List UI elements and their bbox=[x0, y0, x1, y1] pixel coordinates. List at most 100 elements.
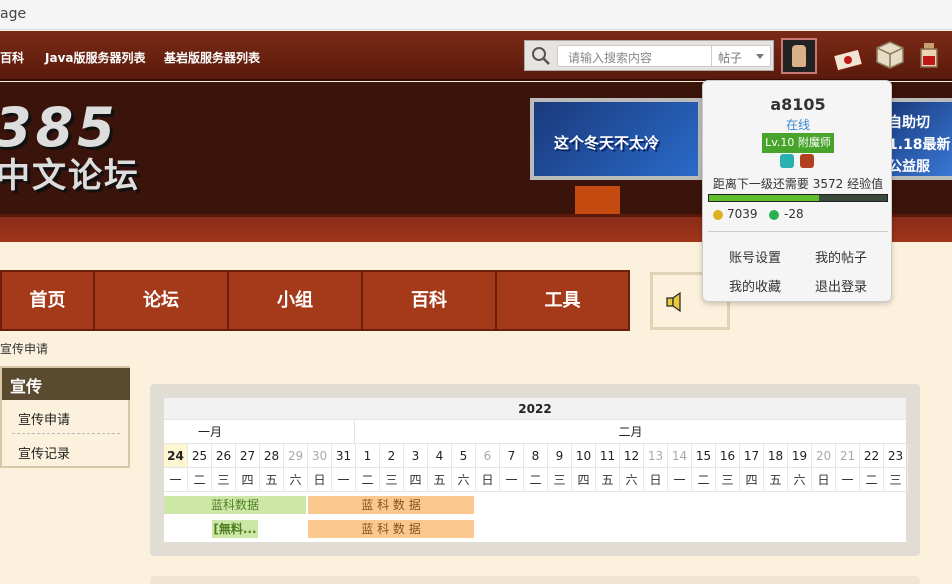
user-popup: a8105 在线 Lv.10 附魔师 距离下一级还需要 3572 经验值 703… bbox=[702, 80, 892, 302]
emerald-amount: -28 bbox=[784, 207, 804, 221]
calendar-day[interactable]: 15 bbox=[692, 444, 716, 468]
calendar-day[interactable]: 20 bbox=[812, 444, 836, 468]
calendar-day[interactable]: 3 bbox=[404, 444, 428, 468]
calendar-weekday: 五 bbox=[428, 468, 452, 492]
lava-decoration bbox=[575, 186, 620, 216]
browser-tab-bar: age bbox=[0, 0, 952, 30]
calendar-day[interactable]: 22 bbox=[860, 444, 884, 468]
sidebar-item-records[interactable]: 宣传记录 bbox=[18, 443, 70, 462]
calendar-weekday: 日 bbox=[476, 468, 500, 492]
calendar-day[interactable]: 11 bbox=[596, 444, 620, 468]
calendar-year: 2022 bbox=[164, 398, 906, 420]
calendar-day[interactable]: 2 bbox=[380, 444, 404, 468]
calendar-panel: 2022 一月 二月 蓝科数据 蓝 科 数 据 [無料... 蓝 科 数 据 2… bbox=[150, 384, 920, 556]
calendar-day[interactable]: 1 bbox=[356, 444, 380, 468]
calendar-day[interactable]: 26 bbox=[212, 444, 236, 468]
topnav-link-wiki[interactable]: 百科 bbox=[0, 49, 24, 66]
account-settings-link[interactable]: 账号设置 bbox=[729, 247, 781, 266]
calendar-weekday: 五 bbox=[764, 468, 788, 492]
topnav-link-bedrock-servers[interactable]: 基岩版服务器列表 bbox=[164, 49, 260, 66]
box-icon[interactable] bbox=[874, 39, 906, 71]
calendar-day[interactable]: 8 bbox=[524, 444, 548, 468]
calendar-day[interactable]: 7 bbox=[500, 444, 524, 468]
helmet-badge-icon bbox=[780, 154, 794, 168]
event-bar[interactable]: 蓝科数据 bbox=[164, 496, 306, 514]
calendar-day[interactable]: 31 bbox=[332, 444, 356, 468]
sidebar: 宣传 宣传申请 宣传记录 bbox=[0, 366, 130, 468]
event-bar[interactable]: 蓝 科 数 据 bbox=[308, 496, 474, 514]
breadcrumb[interactable]: 宣传申请 bbox=[0, 340, 48, 357]
nav-group[interactable]: 小组 bbox=[229, 272, 363, 329]
banner-ad-winter[interactable]: 这个冬天不太冷 bbox=[530, 98, 702, 180]
topnav-link-java-servers[interactable]: Java版服务器列表 bbox=[45, 49, 145, 66]
nav-home[interactable]: 首页 bbox=[2, 272, 95, 329]
calendar-day[interactable]: 17 bbox=[740, 444, 764, 468]
calendar-weekday: 二 bbox=[188, 468, 212, 492]
calendar-day[interactable]: 6 bbox=[476, 444, 500, 468]
search-type-select[interactable]: 帖子 bbox=[711, 45, 771, 67]
nav-wiki[interactable]: 百科 bbox=[363, 272, 497, 329]
event-bar[interactable]: [無料... bbox=[212, 520, 258, 538]
calendar-weekday: 日 bbox=[644, 468, 668, 492]
calendar-weekday: 四 bbox=[740, 468, 764, 492]
calendar-day[interactable]: 14 bbox=[668, 444, 692, 468]
site-logo-subtitle: 中文论坛 bbox=[0, 156, 140, 196]
calendar-day[interactable]: 18 bbox=[764, 444, 788, 468]
helmet-badge-icon bbox=[800, 154, 814, 168]
calendar-day[interactable]: 21 bbox=[836, 444, 860, 468]
browser-tab-title[interactable]: age bbox=[0, 6, 26, 22]
calendar-weekday: 五 bbox=[596, 468, 620, 492]
calendar-day[interactable]: 25 bbox=[188, 444, 212, 468]
calendar-day[interactable]: 27 bbox=[236, 444, 260, 468]
calendar-day[interactable]: 12 bbox=[620, 444, 644, 468]
calendar-day[interactable]: 13 bbox=[644, 444, 668, 468]
calendar-weekday: 三 bbox=[716, 468, 740, 492]
logout-link[interactable]: 退出登录 bbox=[815, 276, 867, 295]
calendar-weekday: 三 bbox=[884, 468, 908, 492]
popup-username[interactable]: a8105 bbox=[703, 95, 893, 114]
speaker-icon bbox=[666, 291, 681, 313]
calendar-weekday: 四 bbox=[236, 468, 260, 492]
user-avatar[interactable] bbox=[781, 38, 817, 74]
calendar-weekday: 六 bbox=[284, 468, 308, 492]
calendar-month-feb: 二月 bbox=[355, 420, 906, 444]
search-input[interactable]: 请输入搜索内容 bbox=[557, 45, 735, 67]
calendar-weekday: 一 bbox=[332, 468, 356, 492]
gold-amount: 7039 bbox=[727, 207, 758, 221]
calendar-weekday: 五 bbox=[260, 468, 284, 492]
calendar-weekday: 一 bbox=[668, 468, 692, 492]
exp-progress-fill bbox=[709, 195, 820, 201]
calendar-day[interactable]: 24 bbox=[164, 444, 188, 468]
calendar-weekday: 四 bbox=[572, 468, 596, 492]
calendar-day[interactable]: 29 bbox=[284, 444, 308, 468]
calendar-weekday: 日 bbox=[812, 468, 836, 492]
calendar-day[interactable]: 19 bbox=[788, 444, 812, 468]
calendar-weekday: 一 bbox=[500, 468, 524, 492]
calendar-day[interactable]: 23 bbox=[884, 444, 908, 468]
nav-tools[interactable]: 工具 bbox=[497, 272, 628, 329]
mail-icon[interactable] bbox=[832, 43, 864, 75]
calendar-day[interactable]: 30 bbox=[308, 444, 332, 468]
search-icon[interactable] bbox=[531, 46, 551, 66]
calendar-weekday: 一 bbox=[164, 468, 188, 492]
nav-forum[interactable]: 论坛 bbox=[95, 272, 229, 329]
event-bar[interactable]: 蓝 科 数 据 bbox=[308, 520, 474, 538]
sidebar-item-apply[interactable]: 宣传申请 bbox=[18, 409, 70, 428]
avatar-head bbox=[792, 45, 806, 67]
my-favorites-link[interactable]: 我的收藏 bbox=[729, 276, 781, 295]
main-nav: 首页 论坛 小组 百科 工具 bbox=[0, 270, 630, 331]
calendar-day[interactable]: 16 bbox=[716, 444, 740, 468]
chevron-down-icon bbox=[756, 54, 764, 59]
calendar-day[interactable]: 28 bbox=[260, 444, 284, 468]
level-badge: Lv.10 附魔师 bbox=[762, 133, 834, 153]
gold-coin-icon bbox=[713, 210, 723, 220]
my-posts-link[interactable]: 我的帖子 bbox=[815, 247, 867, 266]
calendar-day[interactable]: 10 bbox=[572, 444, 596, 468]
calendar-day[interactable]: 5 bbox=[452, 444, 476, 468]
calendar-weekday: 一 bbox=[836, 468, 860, 492]
calendar-weekday: 二 bbox=[860, 468, 884, 492]
calendar-day[interactable]: 9 bbox=[548, 444, 572, 468]
potion-icon[interactable] bbox=[916, 39, 948, 71]
calendar-weekday: 二 bbox=[524, 468, 548, 492]
calendar-day[interactable]: 4 bbox=[428, 444, 452, 468]
